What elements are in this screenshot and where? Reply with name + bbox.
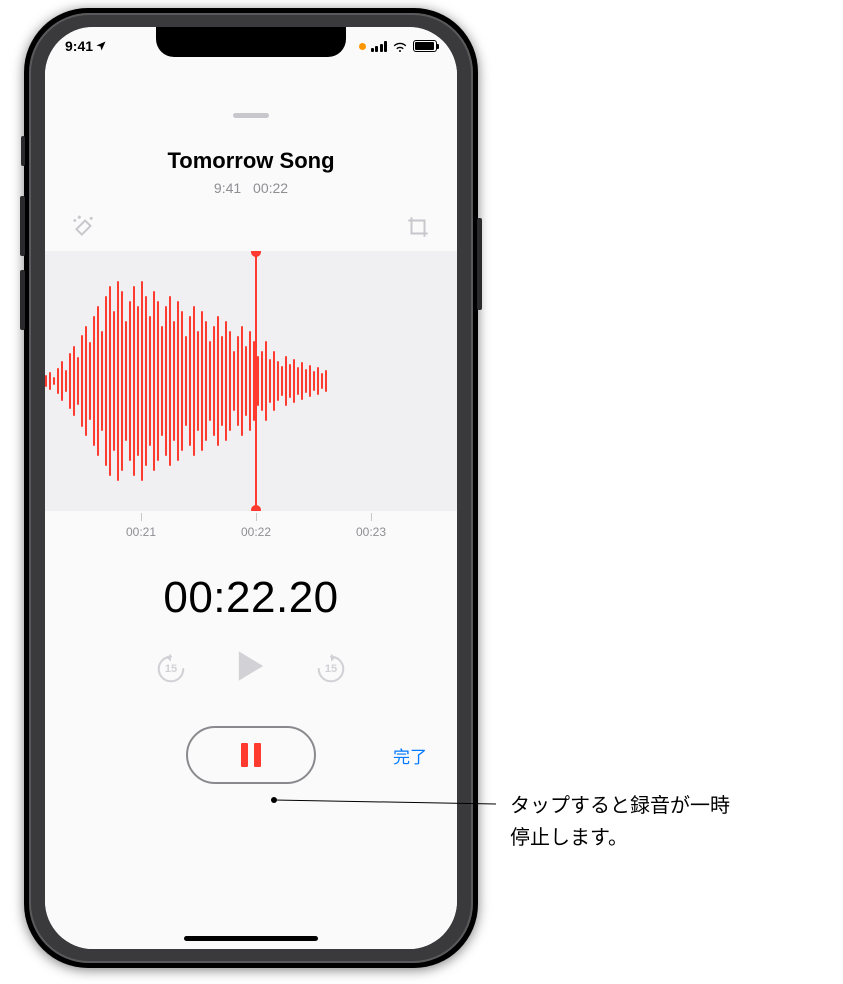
skip-back-15-button[interactable]: 15 xyxy=(154,652,188,686)
recording-meta: 9:41 00:22 xyxy=(45,180,457,196)
mute-switch xyxy=(21,136,25,166)
pause-recording-button[interactable] xyxy=(186,726,316,784)
status-time: 9:41 xyxy=(65,38,93,54)
timeline-tick: 00:21 xyxy=(126,513,156,539)
sheet-grabber[interactable] xyxy=(233,113,269,118)
timeline[interactable]: 00:21 00:22 00:23 0 xyxy=(45,513,457,549)
play-button[interactable] xyxy=(236,649,266,688)
phone-frame: 9:41 Tomorrow Song 9:41 00:22 xyxy=(24,8,478,968)
trim-icon[interactable] xyxy=(405,214,431,245)
enhance-icon[interactable] xyxy=(71,214,97,245)
recording-title: Tomorrow Song xyxy=(45,148,457,174)
done-button[interactable]: 完了 xyxy=(393,743,427,768)
callout-text: タップすると録音が一時 停止します。 xyxy=(510,790,730,854)
playhead[interactable] xyxy=(255,251,257,511)
power-button xyxy=(477,218,482,310)
timeline-tick: 00:23 xyxy=(356,513,386,539)
volume-down-button xyxy=(20,270,25,330)
pause-icon xyxy=(241,743,261,767)
recording-indicator-dot xyxy=(359,43,366,50)
timeline-tick: 00:22 xyxy=(241,513,271,539)
skip-forward-15-button[interactable]: 15 xyxy=(314,652,348,686)
battery-icon xyxy=(413,40,437,52)
wifi-icon xyxy=(392,40,408,52)
volume-up-button xyxy=(20,196,25,256)
elapsed-time-counter: 00:22.20 xyxy=(45,573,457,623)
screen: 9:41 Tomorrow Song 9:41 00:22 xyxy=(45,27,457,949)
waveform[interactable] xyxy=(45,251,457,511)
home-indicator[interactable] xyxy=(184,936,318,941)
notch xyxy=(156,27,346,57)
location-icon xyxy=(95,40,107,52)
cellular-signal-icon xyxy=(371,41,388,52)
